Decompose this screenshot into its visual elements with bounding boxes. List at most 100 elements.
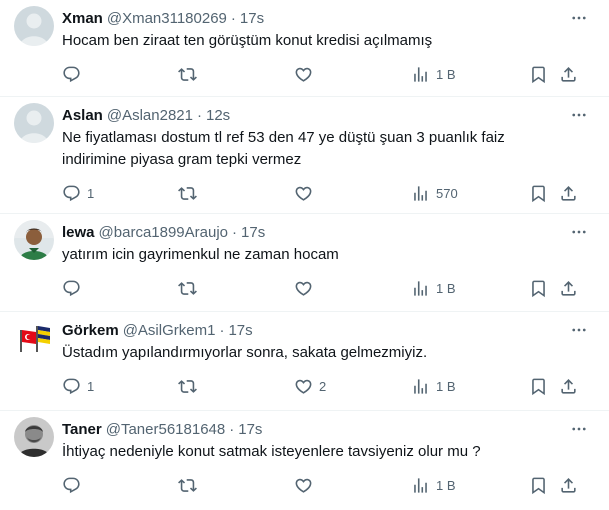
avatar[interactable] (14, 417, 54, 457)
views-count: 1 B (436, 66, 456, 82)
display-name[interactable]: Aslan (62, 107, 103, 124)
action-bar: 1 2 1 B (62, 376, 595, 396)
timestamp[interactable]: 17s (241, 224, 265, 241)
share-button[interactable] (559, 377, 578, 396)
reply-button[interactable]: 1 (62, 377, 94, 396)
share-icon (561, 66, 576, 82)
reply-count: 1 (87, 185, 95, 201)
avatar[interactable] (14, 103, 54, 143)
like-heart-icon (295, 478, 312, 493)
reply-icon (63, 185, 80, 201)
user-handle[interactable]: @Xman31180269 (107, 10, 227, 27)
views-count: 1 B (436, 378, 456, 394)
timestamp[interactable]: 17s (228, 322, 252, 339)
like-count: 2 (319, 378, 327, 394)
like-button[interactable] (294, 184, 319, 203)
views-button[interactable]: 1 B (411, 65, 456, 84)
reply-icon (63, 280, 80, 296)
tweet[interactable]: lewa @barca1899Araujo · 17s yatırım icin… (0, 214, 609, 312)
retweet-button[interactable] (178, 65, 203, 84)
reply-count: 1 (87, 378, 95, 394)
more-options-button[interactable] (569, 8, 589, 28)
share-button[interactable] (559, 184, 578, 203)
avatar[interactable] (14, 220, 54, 260)
like-heart-icon (295, 281, 312, 296)
user-handle[interactable]: @Aslan2821 (107, 107, 193, 124)
bookmark-button[interactable] (529, 279, 548, 298)
display-name[interactable]: Xman (62, 10, 103, 27)
views-count: 1 B (436, 477, 456, 493)
timestamp[interactable]: 17s (238, 421, 262, 438)
views-button[interactable]: 1 B (411, 476, 456, 495)
more-dots-icon (572, 230, 586, 234)
bookmark-icon (532, 66, 545, 83)
timestamp[interactable]: 12s (206, 107, 230, 124)
reply-icon (63, 378, 80, 394)
separator-dot: · (219, 321, 225, 339)
more-options-button[interactable] (569, 105, 589, 125)
display-name[interactable]: Taner (62, 421, 102, 438)
retweet-button[interactable] (178, 476, 203, 495)
tweet[interactable]: Görkem @AsilGrkem1 · 17s Üstadım yapılan… (0, 312, 609, 411)
views-button[interactable]: 570 (411, 184, 458, 203)
tweet[interactable]: Taner @Taner56181648 · 17s İhtiyaç neden… (0, 411, 609, 510)
reply-icon (63, 66, 80, 82)
share-button[interactable] (559, 476, 578, 495)
separator-dot: · (229, 420, 235, 438)
like-button[interactable] (294, 476, 319, 495)
retweet-button[interactable] (178, 377, 203, 396)
reply-button[interactable] (62, 476, 87, 495)
reply-button[interactable] (62, 279, 87, 298)
views-count: 1 B (436, 280, 456, 296)
tweet-text: Hocam ben ziraat ten görüştüm konut kred… (62, 32, 433, 49)
more-options-button[interactable] (569, 222, 589, 242)
views-button[interactable]: 1 B (411, 279, 456, 298)
views-chart-icon (414, 280, 427, 296)
share-button[interactable] (559, 279, 578, 298)
more-dots-icon (572, 113, 586, 117)
more-options-button[interactable] (569, 320, 589, 340)
timestamp[interactable]: 17s (240, 10, 264, 27)
like-button[interactable]: 2 (294, 377, 326, 396)
views-button[interactable]: 1 B (411, 377, 456, 396)
bookmark-button[interactable] (529, 184, 548, 203)
bookmark-button[interactable] (529, 476, 548, 495)
display-name[interactable]: lewa (62, 224, 95, 241)
tweet[interactable]: Aslan @Aslan2821 · 12s Ne fiyatlaması do… (0, 97, 609, 214)
share-icon (561, 378, 576, 394)
bookmark-button[interactable] (529, 65, 548, 84)
share-button[interactable] (559, 65, 578, 84)
user-handle[interactable]: @Taner56181648 (106, 421, 226, 438)
reply-button[interactable] (62, 65, 87, 84)
more-options-button[interactable] (569, 419, 589, 439)
action-bar: 1 570 (62, 183, 595, 203)
like-button[interactable] (294, 279, 319, 298)
avatar[interactable] (14, 318, 54, 358)
views-chart-icon (414, 66, 427, 82)
bookmark-icon (532, 477, 545, 494)
user-handle[interactable]: @AsilGrkem1 (123, 322, 216, 339)
reply-icon (63, 477, 80, 493)
separator-dot: · (232, 223, 238, 241)
like-heart-icon (295, 186, 312, 201)
separator-dot: · (196, 106, 202, 124)
share-icon (561, 280, 576, 296)
views-chart-icon (414, 185, 427, 201)
tweet[interactable]: Xman @Xman31180269 · 17s Hocam ben ziraa… (0, 0, 609, 97)
retweet-button[interactable] (178, 279, 203, 298)
retweet-icon (178, 67, 197, 81)
share-icon (561, 477, 576, 493)
more-dots-icon (572, 328, 586, 332)
like-button[interactable] (294, 65, 319, 84)
user-handle[interactable]: @barca1899Araujo (99, 224, 228, 241)
display-name[interactable]: Görkem (62, 322, 119, 339)
reply-button[interactable]: 1 (62, 184, 94, 203)
avatar[interactable] (14, 6, 54, 46)
separator-dot: · (230, 9, 236, 27)
more-dots-icon (572, 16, 586, 20)
views-count: 570 (436, 185, 458, 201)
more-dots-icon (572, 427, 586, 431)
bookmark-button[interactable] (529, 377, 548, 396)
retweet-button[interactable] (178, 184, 203, 203)
tweet-text: Üstadım yapılandırmıyorlar sonra, sakata… (62, 344, 428, 361)
